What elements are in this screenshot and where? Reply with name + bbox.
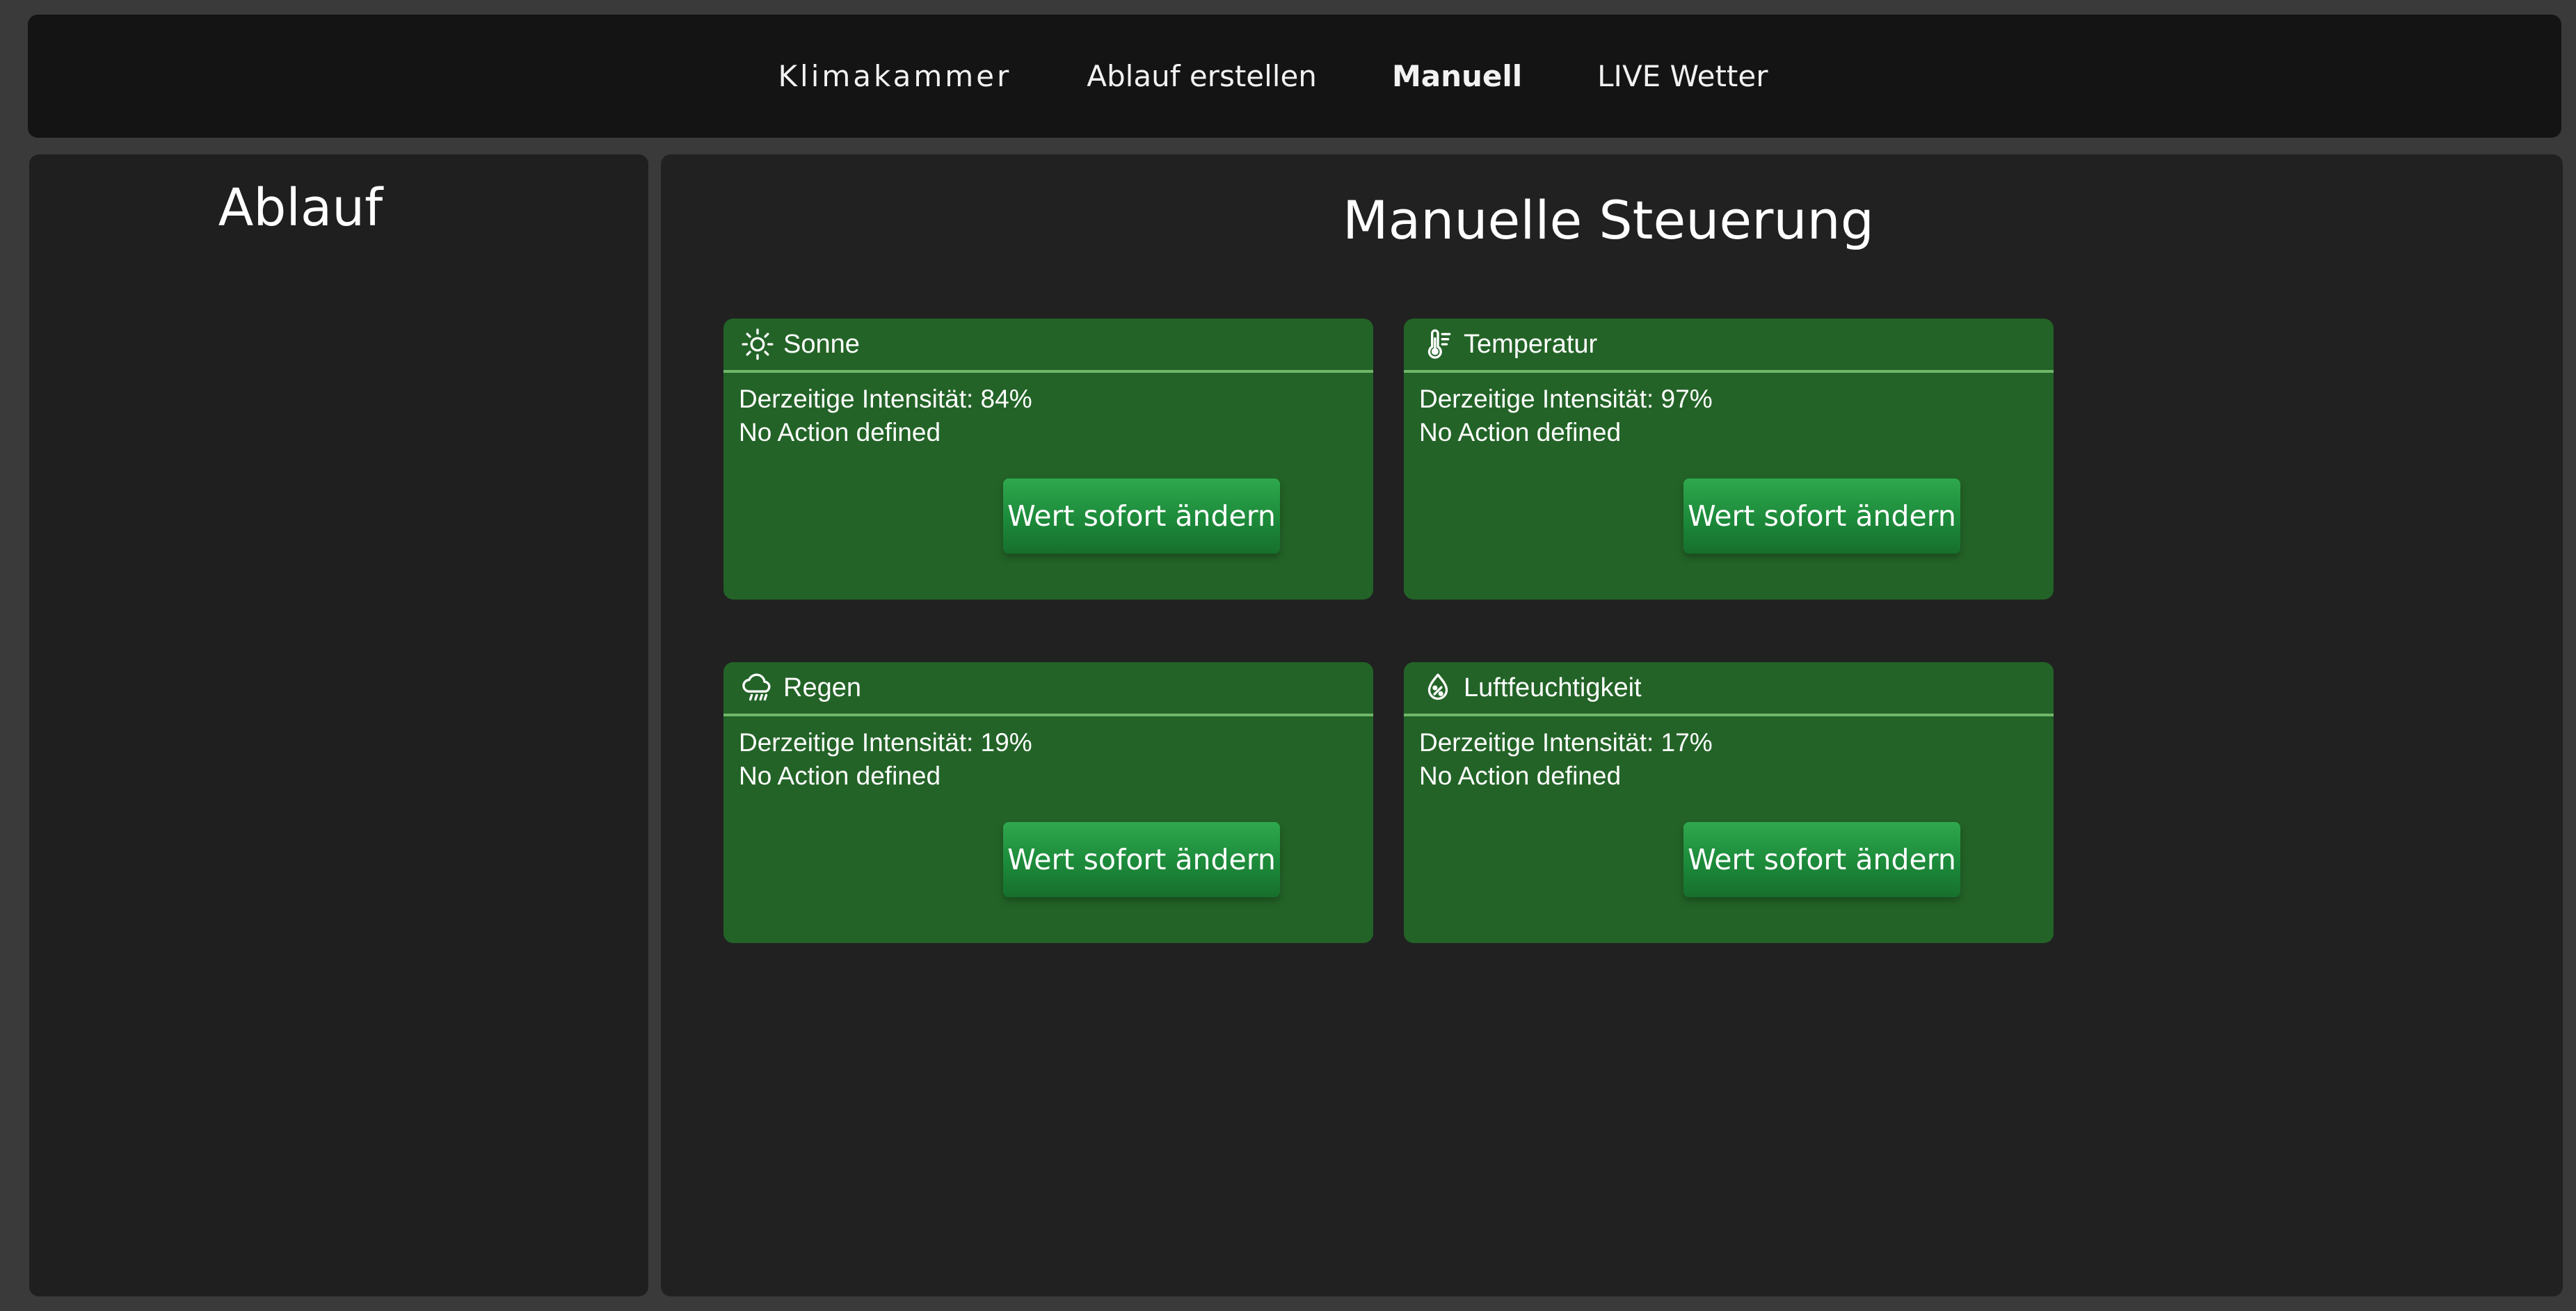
card-regen: Regen Derzeitige Intensität: 19% No Acti… [723, 662, 1373, 943]
sidebar-title: Ablauf [218, 178, 383, 238]
card-title: Luftfeuchtigkeit [1464, 673, 1642, 702]
cloud-rain-icon [740, 670, 775, 705]
action-text: No Action defined [739, 418, 941, 447]
card-luftfeuchtigkeit: Luftfeuchtigkeit Derzeitige Intensität: … [1404, 662, 2054, 943]
action-text: No Action defined [739, 762, 941, 790]
card-title: Sonne [783, 329, 860, 359]
card-title: Temperatur [1464, 329, 1598, 359]
card-header: Temperatur [1404, 319, 2054, 373]
sun-icon [740, 327, 775, 362]
change-value-button[interactable]: Wert sofort ändern [1683, 478, 1960, 554]
nav-item-manuell[interactable]: Manuell [1392, 59, 1522, 93]
card-header: Regen [723, 662, 1373, 716]
nav-item-live-wetter[interactable]: LIVE Wetter [1597, 59, 1768, 93]
card-body: Derzeitige Intensität: 97% No Action def… [1404, 373, 2054, 449]
change-value-button[interactable]: Wert sofort ändern [1683, 822, 1960, 897]
card-sonne: Sonne Derzeitige Intensität: 84% No Acti… [723, 319, 1373, 600]
intensity-text: Derzeitige Intensität: 17% [1419, 728, 1713, 757]
nav-list: Klimakammer Ablauf erstellen Manuell LIV… [740, 59, 1805, 93]
humidity-drop-icon [1421, 670, 1455, 705]
page-title: Manuelle Steuerung [1343, 189, 1874, 251]
card-body: Derzeitige Intensität: 17% No Action def… [1404, 716, 2054, 793]
card-temperatur: Temperatur Derzeitige Intensität: 97% No… [1404, 319, 2054, 600]
sidebar-panel: Ablauf [29, 154, 648, 1296]
card-body: Derzeitige Intensität: 84% No Action def… [723, 373, 1373, 449]
card-body: Derzeitige Intensität: 19% No Action def… [723, 716, 1373, 793]
intensity-text: Derzeitige Intensität: 19% [739, 728, 1032, 757]
action-text: No Action defined [1419, 762, 1622, 790]
thermometer-icon [1421, 327, 1455, 362]
main-panel: Manuelle Steuerung Sonne Derzeitige Inte… [661, 154, 2563, 1296]
change-value-button[interactable]: Wert sofort ändern [1003, 822, 1280, 897]
action-text: No Action defined [1419, 418, 1622, 447]
intensity-text: Derzeitige Intensität: 84% [739, 385, 1032, 413]
intensity-text: Derzeitige Intensität: 97% [1419, 385, 1713, 413]
top-navbar: Klimakammer Ablauf erstellen Manuell LIV… [28, 15, 2561, 138]
nav-item-ablauf-erstellen[interactable]: Ablauf erstellen [1087, 59, 1317, 93]
card-header: Sonne [723, 319, 1373, 373]
card-header: Luftfeuchtigkeit [1404, 662, 2054, 716]
card-title: Regen [783, 673, 861, 702]
nav-item-klimakammer[interactable]: Klimakammer [778, 59, 1011, 93]
change-value-button[interactable]: Wert sofort ändern [1003, 478, 1280, 554]
